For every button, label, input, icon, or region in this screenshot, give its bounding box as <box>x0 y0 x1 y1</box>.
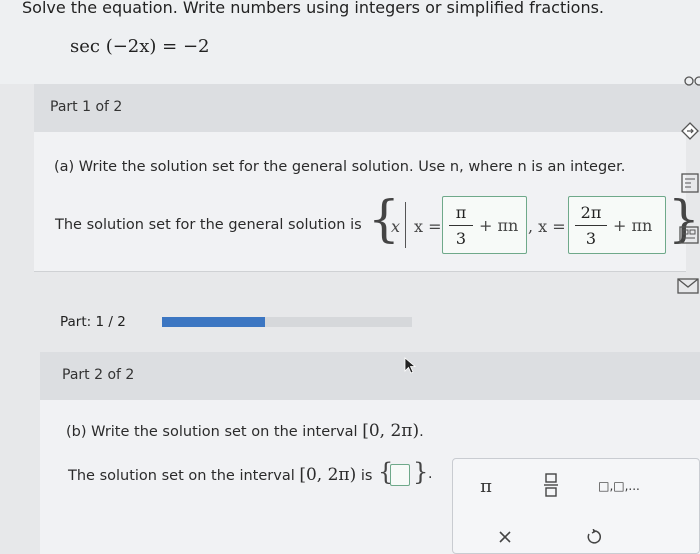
clear-key[interactable] <box>493 525 517 549</box>
fraction-2-bar <box>575 225 607 226</box>
question-instruction: Solve the equation. Write numbers using … <box>22 0 605 17</box>
answer-box-1[interactable]: π 3 + πn <box>442 196 527 254</box>
part2-solution-interval: [0, 2π) <box>299 465 357 485</box>
question-equation: sec (−2x) = −2 <box>70 36 210 57</box>
fraction-icon <box>544 473 558 497</box>
eraser-icon[interactable] <box>680 120 700 142</box>
comma-x-equals-label: , x = <box>528 217 566 236</box>
part2-prompt-text: (b) Write the solution set on the interv… <box>66 424 358 440</box>
part1-solution-label: The solution set for the general solutio… <box>55 217 362 233</box>
fraction-2: 2π 3 <box>569 197 613 253</box>
answer-1-tail: + πn <box>479 216 519 235</box>
part2-prompt-end: . <box>419 424 424 440</box>
progress-fill <box>162 317 265 327</box>
part2-period: . <box>428 466 433 482</box>
glasses-icon[interactable] <box>684 72 700 90</box>
part2-solution-is: is <box>360 468 373 484</box>
part2-solution-text: The solution set on the interval <box>68 468 295 484</box>
fraction-2-denominator: 3 <box>585 229 597 248</box>
part1-prompt: (a) Write the solution set for the gener… <box>54 159 626 175</box>
answer-2-tail: + πn <box>613 216 653 235</box>
list-key[interactable]: □,□,... <box>589 475 649 497</box>
clear-icon <box>499 531 511 543</box>
calculator-icon[interactable] <box>680 172 700 194</box>
math-keypad: π □,□,... <box>452 458 700 554</box>
mouse-cursor-icon <box>404 357 418 379</box>
mail-icon[interactable] <box>676 276 700 296</box>
fraction-1-denominator: 3 <box>455 229 467 248</box>
part2-header: Part 2 of 2 <box>40 352 700 400</box>
form-icon[interactable] <box>678 224 700 246</box>
part2-answer-box[interactable] <box>390 464 410 486</box>
part1-header: Part 1 of 2 <box>34 84 700 132</box>
set-bar <box>405 202 406 248</box>
part2-prompt: (b) Write the solution set on the interv… <box>66 421 424 441</box>
fraction-2-numerator: 2π <box>580 203 602 222</box>
progress-track <box>162 317 412 327</box>
x-equals-label: x = <box>414 217 442 236</box>
part1-title: Part 1 of 2 <box>50 99 123 115</box>
set-variable: x <box>391 217 401 236</box>
part2-interval: [0, 2π) <box>362 421 420 441</box>
fraction-1-numerator: π <box>455 203 467 222</box>
progress-label: Part: 1 / 2 <box>60 314 126 330</box>
fraction-1: π 3 <box>443 197 479 253</box>
pi-key[interactable]: π <box>473 473 499 499</box>
part2-solution-line: The solution set on the interval [0, 2π)… <box>68 465 372 485</box>
part2-title: Part 2 of 2 <box>62 367 135 383</box>
fraction-1-bar <box>449 225 473 226</box>
undo-icon <box>587 529 601 544</box>
undo-key[interactable] <box>581 525 605 549</box>
part2-close-brace: } <box>413 458 429 486</box>
fraction-key[interactable] <box>539 469 563 501</box>
answer-box-2[interactable]: 2π 3 + πn <box>568 196 666 254</box>
